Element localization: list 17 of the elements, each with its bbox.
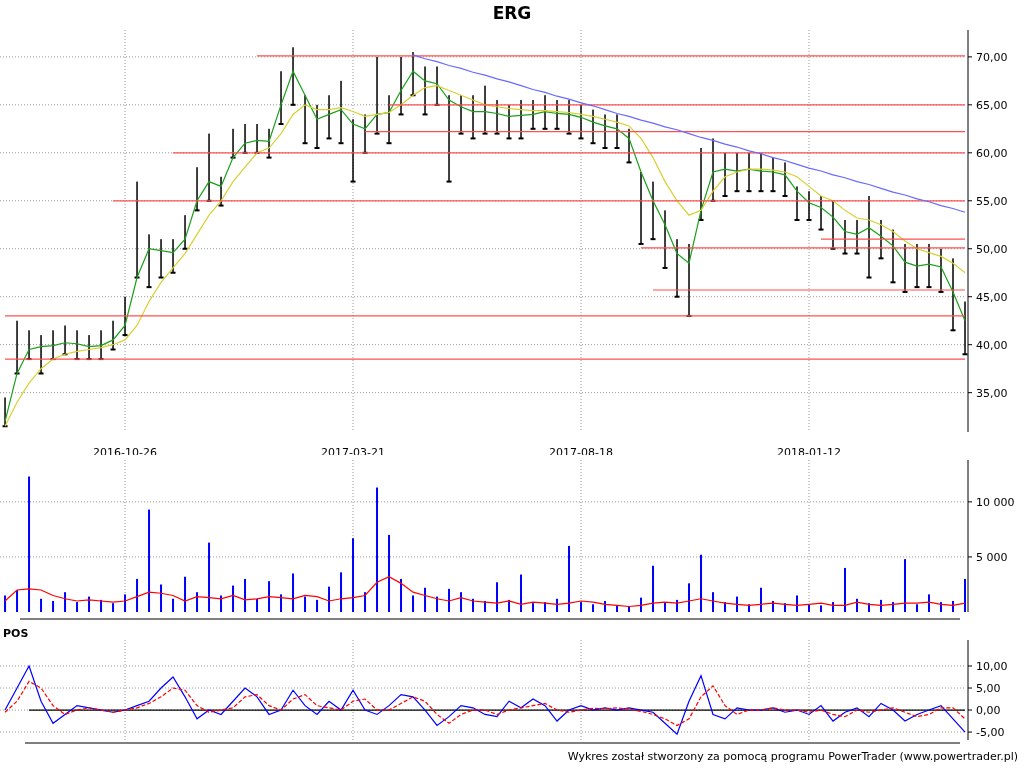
axis-label: -5,00 xyxy=(976,726,1005,740)
axis-label: 65,00 xyxy=(976,98,1008,112)
axis-label: 0,00 xyxy=(976,704,1001,718)
axis-label: 55,00 xyxy=(976,194,1008,208)
axis-label: 5 000 xyxy=(976,550,1008,564)
axis-label: 10,00 xyxy=(976,660,1008,673)
axis-label: 50,00 xyxy=(976,242,1008,256)
axis-label: 35,00 xyxy=(976,386,1008,400)
axis-label: 5,00 xyxy=(976,682,1001,695)
footer-credit: Wykres został stworzony za pomocą programu PowerTrader (www.powertrader.pl) xyxy=(567,749,1018,763)
chart-title: ERG xyxy=(492,2,532,23)
axis-label: 40,00 xyxy=(976,338,1008,352)
panel-label: POS xyxy=(3,627,29,640)
axis-label: 10 000 xyxy=(976,495,1015,509)
axis-label: 70,00 xyxy=(976,50,1008,64)
axis-label: 60,00 xyxy=(976,146,1008,160)
axis-label: 45,00 xyxy=(976,290,1008,304)
